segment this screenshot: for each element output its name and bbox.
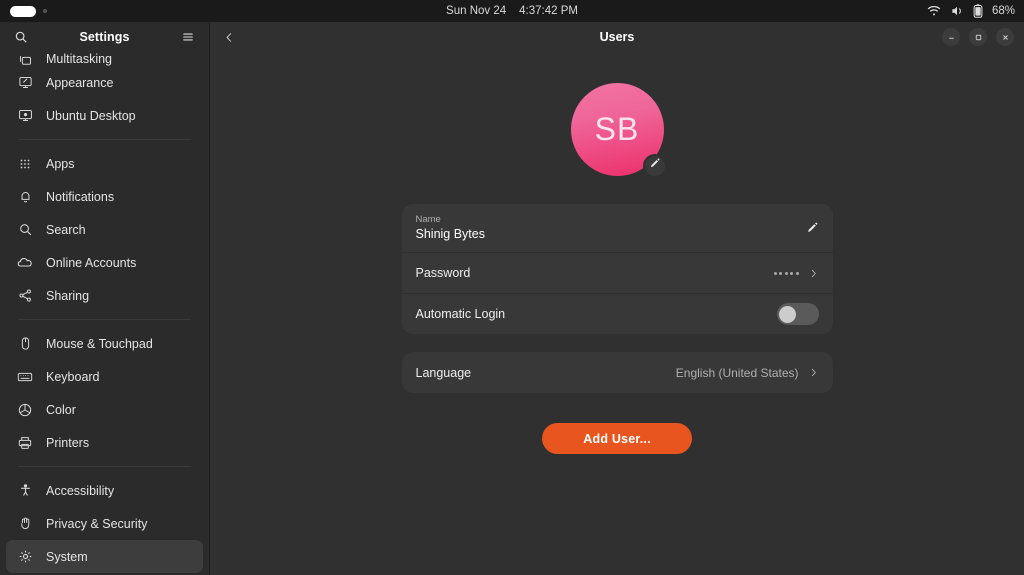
maximize-icon[interactable] xyxy=(969,28,987,46)
topbar-clock-group: Sun Nov 24 4:37:42 PM xyxy=(0,0,1024,22)
avatar-edit-button[interactable] xyxy=(642,154,667,178)
sidebar-item-label: Printers xyxy=(46,435,90,450)
sidebar-item-appearance[interactable]: Appearance xyxy=(6,66,203,99)
sidebar-item-label: Privacy & Security xyxy=(46,516,148,531)
hand-shield-icon xyxy=(17,516,33,532)
chevron-left-icon[interactable] xyxy=(218,26,240,48)
wifi-icon xyxy=(927,4,941,18)
sidebar-item-color[interactable]: Color xyxy=(6,393,203,426)
window-header-bar: Users xyxy=(210,22,1024,52)
minimize-icon[interactable] xyxy=(942,28,960,46)
name-row[interactable]: Name Shinig Bytes xyxy=(402,204,833,252)
sidebar-item-accessibility[interactable]: Accessibility xyxy=(6,474,203,507)
chevron-right-icon[interactable] xyxy=(808,367,819,378)
users-content: SB Name Shinig Bytes Password Automatic … xyxy=(210,52,1024,575)
hamburger-menu-icon[interactable] xyxy=(177,26,199,48)
settings-window: Settings Multitasking Appearance Ubuntu … xyxy=(0,22,1024,575)
page-title: Users xyxy=(599,30,635,44)
topbar-time[interactable]: 4:37:42 PM xyxy=(519,5,578,17)
password-masked-value xyxy=(773,271,799,275)
sidebar-item-printers[interactable]: Printers xyxy=(6,426,203,459)
battery-percent-label: 68% xyxy=(991,5,1015,17)
accessibility-icon xyxy=(17,483,33,499)
name-row-label: Name xyxy=(415,214,441,225)
multitasking-icon xyxy=(17,50,33,66)
sidebar-item-label: Search xyxy=(46,222,86,237)
main-pane: Users SB Name Shinig Bytes Password Auto… xyxy=(210,22,1024,575)
toggle-switch-icon[interactable] xyxy=(776,303,819,325)
volume-icon xyxy=(950,4,964,18)
sidebar-divider xyxy=(18,466,191,467)
user-settings-card: Name Shinig Bytes Password Automatic Log… xyxy=(401,204,833,334)
automatic-login-row[interactable]: Automatic Login xyxy=(401,293,833,334)
name-row-value: Shinig Bytes xyxy=(415,227,485,241)
bell-icon xyxy=(17,189,33,205)
topbar-status-group[interactable]: 68% xyxy=(927,0,1015,22)
close-icon[interactable] xyxy=(996,28,1014,46)
sidebar-item-label: Apps xyxy=(46,156,75,171)
sidebar-item-notifications[interactable]: Notifications xyxy=(6,180,203,213)
share-nodes-icon xyxy=(17,288,33,304)
battery-icon xyxy=(973,4,983,18)
apps-grid-icon xyxy=(17,156,33,172)
language-row-label: Language xyxy=(415,365,472,380)
language-row-value: English (United States) xyxy=(675,365,799,380)
password-row[interactable]: Password xyxy=(401,252,833,293)
sidebar-item-ubuntu-desktop[interactable]: Ubuntu Desktop xyxy=(6,99,203,132)
sidebar-item-label: Keyboard xyxy=(46,369,100,384)
pencil-icon xyxy=(649,157,661,175)
add-user-button[interactable]: Add User... xyxy=(542,423,692,454)
sidebar-item-label: Mouse & Touchpad xyxy=(46,336,153,351)
sidebar-item-online-accounts[interactable]: Online Accounts xyxy=(6,246,203,279)
chevron-right-icon[interactable] xyxy=(808,268,819,279)
settings-sidebar: Settings Multitasking Appearance Ubuntu … xyxy=(0,22,210,575)
mouse-icon xyxy=(17,336,33,352)
window-pill-icon[interactable] xyxy=(10,5,36,17)
system-top-bar: Sun Nov 24 4:37:42 PM 68% xyxy=(0,0,1024,22)
window-controls xyxy=(942,22,1014,52)
sidebar-item-label: Sharing xyxy=(46,288,90,303)
search-icon xyxy=(17,222,33,238)
color-wheel-icon xyxy=(17,402,33,418)
sidebar-item-sharing[interactable]: Sharing xyxy=(6,279,203,312)
sidebar-item-label: Accessibility xyxy=(46,483,115,498)
password-row-label: Password xyxy=(415,266,471,280)
printer-icon xyxy=(17,435,33,451)
appearance-icon xyxy=(17,75,33,91)
sidebar-item-apps[interactable]: Apps xyxy=(6,147,203,180)
sidebar-item-label: System xyxy=(46,549,88,564)
language-row[interactable]: Language English (United States) xyxy=(402,352,833,393)
sidebar-item-label: Color xyxy=(46,402,76,417)
sidebar-item-privacy-security[interactable]: Privacy & Security xyxy=(6,507,203,540)
sidebar-item-keyboard[interactable]: Keyboard xyxy=(6,360,203,393)
sidebar-item-search[interactable]: Search xyxy=(6,213,203,246)
sidebar-item-system[interactable]: System xyxy=(6,540,203,573)
topbar-left-group xyxy=(0,5,47,17)
search-icon[interactable] xyxy=(10,26,32,48)
sidebar-header: Settings xyxy=(0,22,209,52)
sidebar-item-label: Notifications xyxy=(46,189,115,204)
sidebar-item-label: Multitasking xyxy=(46,52,112,66)
sidebar-item-label: Ubuntu Desktop xyxy=(46,108,136,123)
gear-icon xyxy=(17,549,33,565)
sidebar-divider xyxy=(18,319,191,320)
cloud-icon xyxy=(17,255,33,271)
sidebar-item-mouse-touchpad[interactable]: Mouse & Touchpad xyxy=(6,327,203,360)
ubuntu-desktop-icon xyxy=(17,108,33,124)
language-card: Language English (United States) xyxy=(401,352,833,393)
sidebar-item-label: Appearance xyxy=(46,75,114,90)
sidebar-item-list: Multitasking Appearance Ubuntu Desktop A… xyxy=(0,48,209,575)
topbar-date[interactable]: Sun Nov 24 xyxy=(446,5,506,17)
small-dot-icon xyxy=(43,9,47,13)
toggle-knob xyxy=(779,305,796,323)
avatar-container: SB xyxy=(570,83,667,178)
pencil-icon[interactable] xyxy=(806,222,819,235)
automatic-login-label: Automatic Login xyxy=(415,307,506,321)
sidebar-divider xyxy=(18,139,191,140)
sidebar-item-label: Online Accounts xyxy=(46,255,137,270)
keyboard-icon xyxy=(17,369,33,385)
